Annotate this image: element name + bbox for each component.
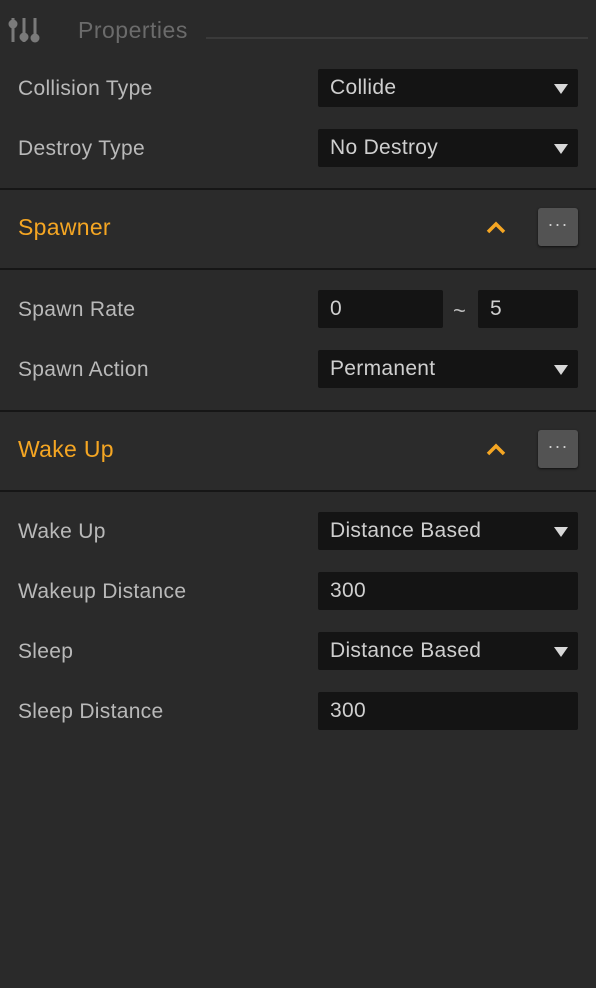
collision-type-select[interactable]: Collide bbox=[318, 69, 578, 107]
spawner-section-header[interactable]: Spawner ··· bbox=[0, 188, 596, 270]
sleep-value: Distance Based bbox=[330, 639, 482, 662]
wake-up-more-button[interactable]: ··· bbox=[538, 430, 578, 468]
sleep-label: Sleep bbox=[18, 640, 74, 663]
general-properties: Collision Type Collide Destroy Type No D… bbox=[0, 60, 596, 188]
spawn-rate-max-input[interactable]: 5 bbox=[478, 290, 578, 328]
wake-up-section-title: Wake Up bbox=[18, 436, 114, 462]
wake-up-section-header[interactable]: Wake Up ··· bbox=[0, 410, 596, 492]
destroy-type-value: No Destroy bbox=[330, 136, 439, 159]
spawn-action-select[interactable]: Permanent bbox=[318, 350, 578, 388]
spawner-more-button[interactable]: ··· bbox=[538, 208, 578, 246]
empty-panel-area bbox=[0, 752, 596, 988]
spawn-rate-separator: ~ bbox=[453, 298, 466, 323]
spawn-rate-max-value: 5 bbox=[490, 297, 502, 320]
collision-type-label: Collision Type bbox=[18, 77, 153, 100]
wake-up-value: Distance Based bbox=[330, 519, 482, 542]
collision-type-value: Collide bbox=[330, 76, 397, 99]
wake-up-label: Wake Up bbox=[18, 520, 106, 543]
spawn-action-label: Spawn Action bbox=[18, 358, 149, 381]
dropdown-arrow-icon bbox=[554, 365, 568, 375]
panel-title: Properties bbox=[78, 17, 188, 43]
spawn-action-value: Permanent bbox=[330, 357, 436, 380]
chevron-up-icon[interactable] bbox=[486, 220, 506, 234]
properties-header: Properties bbox=[0, 0, 596, 60]
spawn-rate-min-input[interactable]: 0 bbox=[318, 290, 443, 328]
spawn-rate-min-value: 0 bbox=[330, 297, 342, 320]
wakeup-distance-label: Wakeup Distance bbox=[18, 580, 187, 603]
sleep-distance-value: 300 bbox=[330, 699, 366, 722]
destroy-type-label: Destroy Type bbox=[18, 137, 145, 160]
header-divider bbox=[206, 37, 588, 39]
dropdown-arrow-icon bbox=[554, 144, 568, 154]
sleep-select[interactable]: Distance Based bbox=[318, 632, 578, 670]
chevron-up-icon[interactable] bbox=[486, 442, 506, 456]
sleep-distance-input[interactable]: 300 bbox=[318, 692, 578, 730]
spawner-properties: Spawn Rate 0 ~ 5 Spawn Action Permanent bbox=[0, 270, 596, 410]
dropdown-arrow-icon bbox=[554, 527, 568, 537]
sleep-distance-label: Sleep Distance bbox=[18, 700, 164, 723]
wakeup-distance-input[interactable]: 300 bbox=[318, 572, 578, 610]
destroy-type-select[interactable]: No Destroy bbox=[318, 129, 578, 167]
sliders-icon bbox=[8, 18, 40, 43]
spawner-section-title: Spawner bbox=[18, 214, 111, 240]
dropdown-arrow-icon bbox=[554, 84, 568, 94]
wake-up-select[interactable]: Distance Based bbox=[318, 512, 578, 550]
wake-up-properties: Wake Up Distance Based Wakeup Distance 3… bbox=[0, 492, 596, 752]
spawn-rate-label: Spawn Rate bbox=[18, 298, 136, 321]
dropdown-arrow-icon bbox=[554, 647, 568, 657]
wakeup-distance-value: 300 bbox=[330, 579, 366, 602]
